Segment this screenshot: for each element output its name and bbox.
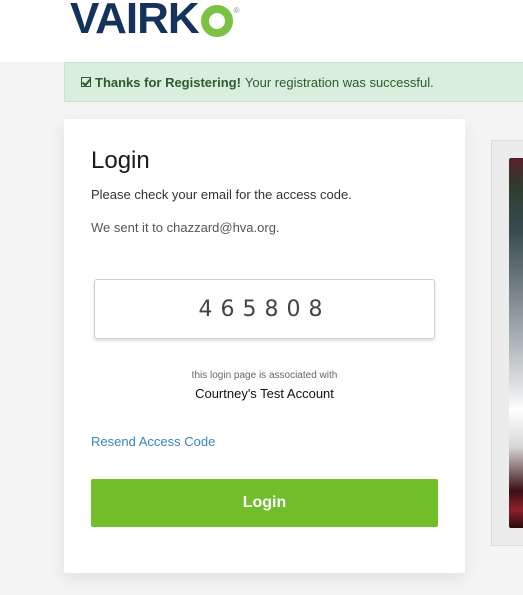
alert-message: Your registration was successful. (244, 74, 434, 90)
association-note: this login page is associated with (191, 370, 338, 381)
registration-success-alert: Thanks for Registering! Your registratio… (64, 62, 523, 102)
sent-to-text: We sent it to chazzard@hva.org. (91, 220, 280, 235)
logo-trademark: ® (233, 6, 240, 15)
logo-circle-icon (200, 5, 233, 37)
resend-access-code-link[interactable]: Resend Access Code (91, 434, 215, 449)
login-card: Login Please check your email for the ac… (64, 119, 465, 573)
promo-image (509, 158, 523, 528)
logo-wordmark: VAIRK (70, 0, 200, 43)
vairkko-logo[interactable]: VAIRK ® (70, 0, 240, 43)
page-title: Login (91, 147, 150, 174)
access-code-input[interactable]: 465808 (94, 279, 435, 339)
instruction-text: Please check your email for the access c… (91, 187, 352, 202)
site-header: VAIRK ® (0, 0, 523, 62)
alert-title: Thanks for Registering! (95, 74, 241, 90)
account-name: Courtney's Test Account (195, 386, 334, 401)
check-square-icon (81, 77, 91, 87)
login-button[interactable]: Login (91, 479, 438, 527)
